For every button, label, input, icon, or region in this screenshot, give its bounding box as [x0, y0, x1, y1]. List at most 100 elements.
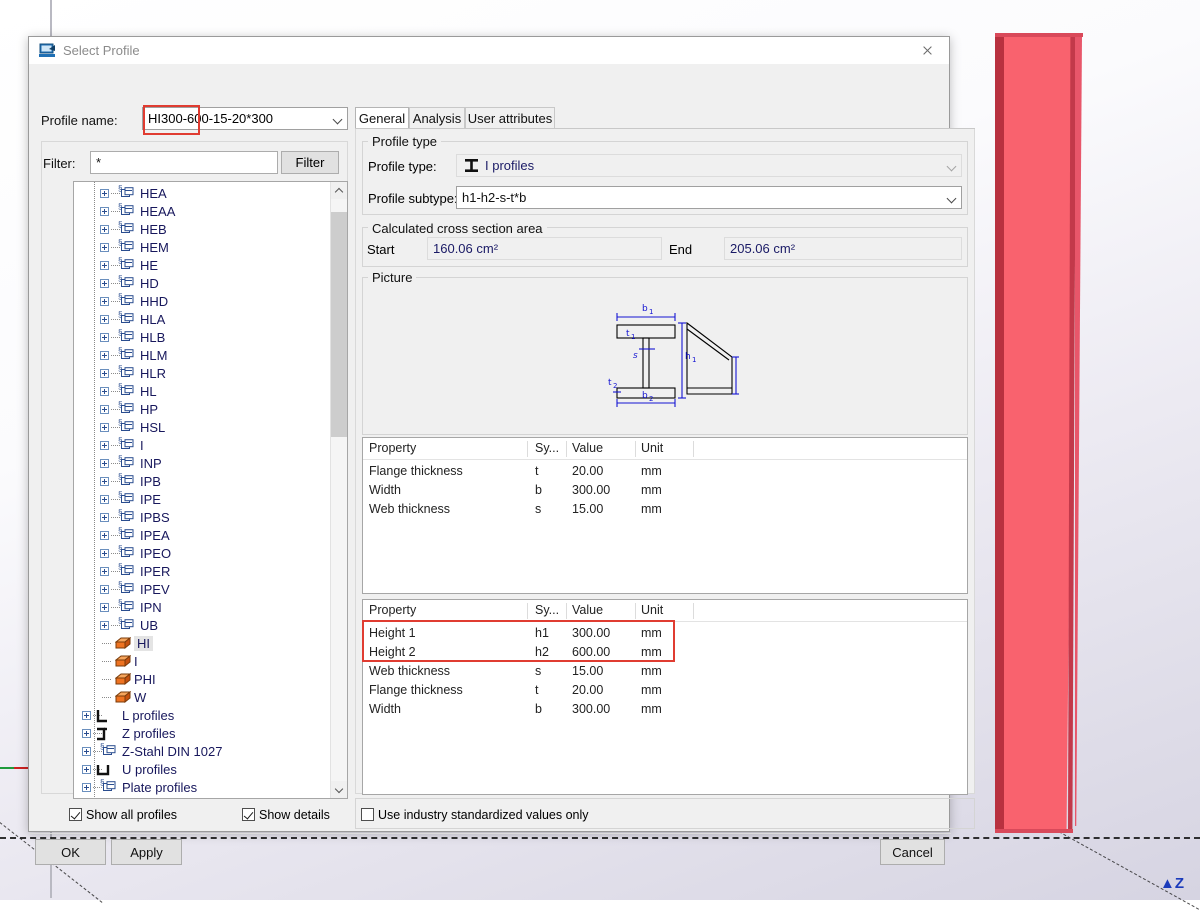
tab-general[interactable]: General [355, 107, 409, 129]
tree-expander-plus-icon[interactable] [100, 477, 109, 486]
tree-item-hea[interactable]: § HEA [74, 184, 331, 203]
tree-expander-plus-icon[interactable] [100, 621, 109, 630]
profile-subtype-combobox[interactable]: h1-h2-s-t*b [456, 186, 962, 209]
tree-item-ipbs[interactable]: § IPBS [74, 508, 331, 527]
tree-expander-plus-icon[interactable] [100, 495, 109, 504]
tree-item-hd[interactable]: § HD [74, 274, 331, 293]
tree-expander-plus-icon[interactable] [100, 567, 109, 576]
tree-item-z-profiles[interactable]: Z profiles [74, 725, 331, 743]
tree-item-i[interactable]: I [74, 653, 331, 671]
tree-expander-plus-icon[interactable] [100, 603, 109, 612]
tree-expander-plus-icon[interactable] [82, 783, 91, 792]
tree-expander-plus-icon[interactable] [100, 243, 109, 252]
table-row[interactable]: Width b 300.00 mm [363, 481, 967, 500]
tree-expander-plus-icon[interactable] [82, 711, 91, 720]
tree-item-hp[interactable]: § HP [74, 400, 331, 419]
tree-item-hlr[interactable]: § HLR [74, 364, 331, 383]
profile-name-combobox[interactable]: HI300-600-15-20*300 [142, 107, 348, 130]
filter-button[interactable]: Filter [281, 151, 339, 174]
tree-item-ipea[interactable]: § IPEA [74, 526, 331, 545]
profile-type-combobox[interactable]: I profiles [456, 154, 962, 177]
tree-item-hl[interactable]: § HL [74, 382, 331, 401]
tree-item-hla[interactable]: § HLA [74, 310, 331, 329]
table-row[interactable]: Height 2 h2 600.00 mm [363, 643, 967, 662]
tree-item-phi[interactable]: PHI [74, 671, 331, 689]
tree-item-ipb[interactable]: § IPB [74, 472, 331, 491]
tree-expander-plus-icon[interactable] [100, 315, 109, 324]
tree-expander-plus-icon[interactable] [100, 207, 109, 216]
tree-expander-plus-icon[interactable] [100, 513, 109, 522]
profile-tree[interactable]: § HEA § HEAA § HEB § HEM § HE § HD § HHD § HLA § HLB § HLM §… [73, 181, 348, 799]
chevron-down-icon[interactable] [942, 187, 961, 208]
tree-item-hhd[interactable]: § HHD [74, 292, 331, 311]
profile-tree-list[interactable]: § HEA § HEAA § HEB § HEM § HE § HD § HHD § HLA § HLB § HLM §… [74, 182, 331, 798]
ok-button[interactable]: OK [35, 839, 106, 865]
tree-expander-plus-icon[interactable] [100, 459, 109, 468]
tree-expander-plus-icon[interactable] [100, 387, 109, 396]
tree-item-heb[interactable]: § HEB [74, 220, 331, 239]
profile-tree-scrollbar[interactable] [330, 182, 347, 798]
tree-item-i[interactable]: § I [74, 436, 331, 455]
beam-3d-model[interactable] [995, 33, 1095, 833]
tree-item-hem[interactable]: § HEM [74, 238, 331, 257]
tree-item-he[interactable]: § HE [74, 256, 331, 275]
show-details-checkbox[interactable] [242, 808, 255, 821]
industry-standardized-checkbox[interactable] [361, 808, 374, 821]
tree-item-hsl[interactable]: § HSL [74, 418, 331, 437]
table-row[interactable]: Flange thickness t 20.00 mm [363, 681, 967, 700]
profile-properties-table-top[interactable]: Property Sy... Value Unit Flange thickne… [362, 437, 968, 594]
table-row[interactable]: Web thickness s 15.00 mm [363, 662, 967, 681]
tree-expander-plus-icon[interactable] [100, 279, 109, 288]
chevron-down-icon[interactable] [328, 108, 347, 129]
table-row[interactable]: Width b 300.00 mm [363, 700, 967, 719]
tree-expander-plus-icon[interactable] [100, 441, 109, 450]
close-icon[interactable] [905, 37, 949, 65]
tree-expander-plus-icon[interactable] [100, 333, 109, 342]
chevron-down-icon[interactable] [331, 781, 347, 798]
tree-item-hlm[interactable]: § HLM [74, 346, 331, 365]
tree-expander-plus-icon[interactable] [100, 261, 109, 270]
tab-user-attributes[interactable]: User attributes [465, 107, 555, 129]
tree-item-ipn[interactable]: § IPN [74, 598, 331, 617]
tree-item-l-profiles[interactable]: L profiles [74, 707, 331, 725]
table-row[interactable]: Web thickness s 15.00 mm [363, 500, 967, 519]
tree-expander-plus-icon[interactable] [100, 585, 109, 594]
tree-expander-plus-icon[interactable] [100, 423, 109, 432]
tree-item-iper[interactable]: § IPER [74, 562, 331, 581]
chevron-down-icon[interactable] [942, 155, 961, 176]
tree-expander-plus-icon[interactable] [100, 351, 109, 360]
tree-item-ipe[interactable]: § IPE [74, 490, 331, 509]
tree-expander-plus-icon[interactable] [100, 405, 109, 414]
tree-item-u-profiles[interactable]: U profiles [74, 761, 331, 779]
show-all-profiles-checkbox[interactable] [69, 808, 82, 821]
scrollbar-thumb[interactable] [331, 212, 347, 437]
profile-properties-table-bottom[interactable]: Property Sy... Value Unit Height 1 h1 300.… [362, 599, 968, 795]
tree-expander-plus-icon[interactable] [82, 765, 91, 774]
tree-expander-plus-icon[interactable] [100, 369, 109, 378]
tree-item-w[interactable]: W [74, 689, 331, 707]
apply-button[interactable]: Apply [111, 839, 182, 865]
dialog-titlebar[interactable]: Select Profile [29, 37, 949, 65]
tree-item-ipev[interactable]: § IPEV [74, 580, 331, 599]
tree-item-z-stahl-din-1027[interactable]: § Z-Stahl DIN 1027 [74, 742, 331, 761]
tree-item-ipeo[interactable]: § IPEO [74, 544, 331, 563]
select-profile-dialog[interactable]: Select Profile Profile name: HI300-600-1… [28, 36, 975, 865]
tree-item-inp[interactable]: § INP [74, 454, 331, 473]
settings-tabs[interactable]: General Analysis User attributes [355, 107, 975, 129]
tab-analysis[interactable]: Analysis [409, 107, 465, 129]
tree-item-plate-profiles[interactable]: § Plate profiles [74, 778, 331, 797]
table-row[interactable]: Height 1 h1 300.00 mm [363, 624, 967, 643]
table-row[interactable]: Flange thickness t 20.00 mm [363, 462, 967, 481]
filter-input[interactable]: * [90, 151, 278, 174]
tree-item-ub[interactable]: § UB [74, 616, 331, 635]
chevron-up-icon[interactable] [331, 182, 347, 199]
tree-item-heaa[interactable]: § HEAA [74, 202, 331, 221]
tree-expander-plus-icon[interactable] [100, 531, 109, 540]
tree-expander-plus-icon[interactable] [100, 189, 109, 198]
cancel-button[interactable]: Cancel [880, 839, 945, 865]
tree-item-hi[interactable]: HI [74, 635, 331, 653]
tree-item-hlb[interactable]: § HLB [74, 328, 331, 347]
tree-expander-plus-icon[interactable] [82, 747, 91, 756]
tree-expander-plus-icon[interactable] [100, 225, 109, 234]
tree-expander-plus-icon[interactable] [82, 729, 91, 738]
